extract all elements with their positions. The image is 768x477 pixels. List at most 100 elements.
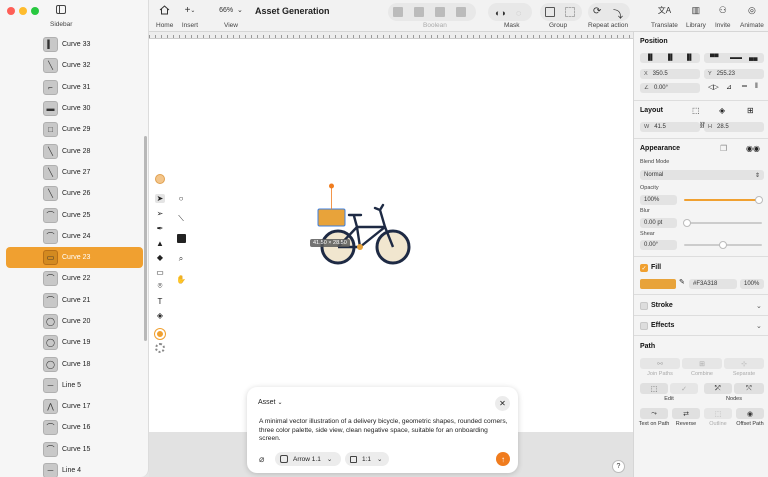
ungroup-icon[interactable]: [565, 7, 575, 17]
layer-item[interactable]: ▬ Curve 30: [6, 98, 143, 119]
align-middle-icon[interactable]: ▬▬: [730, 55, 742, 61]
translate-button[interactable]: 文A Translate: [651, 4, 678, 30]
y-field[interactable]: Y 255.23: [704, 69, 764, 79]
group-icon[interactable]: [545, 7, 555, 17]
nodes-remove-button[interactable]: ⤲: [734, 383, 764, 394]
frame-icon[interactable]: ⊞: [747, 106, 754, 115]
send-button[interactable]: ↑: [496, 452, 510, 466]
align-top-icon[interactable]: ▀▀: [710, 55, 719, 61]
intersect-icon[interactable]: [435, 7, 445, 17]
zoom-window-button[interactable]: [31, 7, 39, 15]
horizontal-ruler[interactable]: [149, 32, 633, 39]
close-prompt-button[interactable]: ✕: [495, 396, 510, 411]
union-icon[interactable]: [393, 7, 403, 17]
opacity-slider[interactable]: [684, 199, 762, 201]
blur-slider[interactable]: [684, 222, 762, 224]
flip-horizontal-icon[interactable]: ◁▷: [708, 83, 719, 91]
close-window-button[interactable]: [7, 7, 15, 15]
subtract-icon[interactable]: [414, 7, 424, 17]
edit-confirm-button[interactable]: ✓: [670, 383, 698, 394]
fill-opacity-field[interactable]: 100%: [740, 279, 764, 289]
redo-icon[interactable]: ⤵: [613, 6, 623, 21]
blur-slider-knob[interactable]: [683, 219, 691, 227]
distribute-v-icon[interactable]: ‖: [755, 83, 758, 90]
duplicate-style-icon[interactable]: ❐: [720, 144, 727, 153]
select-tool-icon[interactable]: ➤: [154, 192, 166, 204]
line-tool-icon[interactable]: ⟍: [175, 213, 187, 225]
animate-button[interactable]: ◎ Animate: [740, 4, 764, 30]
layer-item[interactable]: ─ Line 5: [6, 375, 143, 396]
stroke-swatch-icon[interactable]: [154, 342, 166, 354]
unmask-icon[interactable]: ◌: [516, 8, 521, 18]
effects-checkbox[interactable]: [640, 322, 648, 330]
layer-item[interactable]: ─ Line 4: [6, 460, 143, 477]
opacity-field[interactable]: 100%: [640, 195, 677, 205]
layer-item[interactable]: ⌐ Curve 31: [6, 77, 143, 98]
stroke-checkbox[interactable]: [640, 302, 648, 310]
flip-vertical-icon[interactable]: ⊿: [726, 83, 732, 91]
text-on-path-button[interactable]: ⤳: [640, 408, 668, 419]
bicycle-illustration[interactable]: [305, 180, 417, 270]
style-chip[interactable]: Arrow 1.1 ⌄: [275, 452, 341, 466]
layer-item[interactable]: ◯ Curve 18: [6, 353, 143, 374]
fill-tool-icon[interactable]: ◆: [154, 251, 166, 263]
eyedropper-icon[interactable]: ✎: [679, 278, 685, 286]
layer-item[interactable]: ╲ Curve 26: [6, 183, 143, 204]
lasso-tool-icon[interactable]: ⌾: [154, 280, 166, 292]
align-center-icon[interactable]: ▐▌: [666, 55, 675, 61]
nodes-add-button[interactable]: ⤱: [704, 383, 732, 394]
direct-select-icon[interactable]: ➢: [154, 207, 166, 219]
fill-hex-field[interactable]: #F3A318: [689, 279, 737, 289]
attach-icon[interactable]: ⌀: [259, 454, 264, 465]
layer-item[interactable]: ⋀ Curve 17: [6, 396, 143, 417]
home-button[interactable]: Home: [156, 4, 173, 29]
minimize-window-button[interactable]: [19, 7, 27, 15]
reverse-button[interactable]: ⇄: [672, 408, 700, 419]
opacity-slider-knob[interactable]: [755, 196, 763, 204]
edit-button[interactable]: ⬚: [640, 383, 668, 394]
layer-item[interactable]: ⌒ Curve 21: [6, 290, 143, 311]
exclude-icon[interactable]: [456, 7, 466, 17]
fill-color-swatch[interactable]: [640, 279, 676, 289]
layer-item[interactable]: ╲ Curve 28: [6, 140, 143, 161]
align-horizontal-group[interactable]: ▐▌ ▐▌ ▐▌: [640, 53, 700, 63]
layer-item[interactable]: ╲ Curve 32: [6, 55, 143, 76]
layer-item[interactable]: ⌒ Curve 25: [6, 204, 143, 225]
prompt-text[interactable]: A minimal vector illustration of a deliv…: [259, 418, 511, 444]
zoom-control[interactable]: 66% ⌄ View: [216, 4, 246, 30]
layer-item[interactable]: ◯ Curve 20: [6, 311, 143, 332]
align-left-icon[interactable]: ▐▌: [646, 55, 655, 61]
layer-item[interactable]: ⌒ Curve 16: [6, 417, 143, 438]
align-right-icon[interactable]: ▐▌: [685, 55, 694, 61]
layer-item[interactable]: ◯ Curve 19: [6, 332, 143, 353]
layer-item[interactable]: ⌒ Curve 24: [6, 226, 143, 247]
pen-tool-icon[interactable]: ✒: [154, 222, 166, 234]
ratio-chip[interactable]: 1:1 ⌄: [345, 452, 389, 466]
layer-item[interactable]: ⌒ Curve 22: [6, 268, 143, 289]
image-tool-icon[interactable]: [175, 232, 187, 244]
blur-field[interactable]: 0.00 pt: [640, 218, 677, 228]
hand-tool-icon[interactable]: ✋: [175, 273, 187, 285]
color-picker-icon[interactable]: [154, 173, 166, 185]
x-field[interactable]: X 350.5: [640, 69, 700, 79]
align-bottom-icon[interactable]: ▄▄: [749, 55, 758, 61]
width-field[interactable]: W 41.5: [640, 122, 700, 132]
layer-item[interactable]: ╲ Curve 27: [6, 162, 143, 183]
layers-icon[interactable]: ◈: [719, 106, 725, 115]
align-vertical-group[interactable]: ▀▀ ▬▬ ▄▄: [704, 53, 764, 63]
layer-item[interactable]: ⌒ Curve 15: [6, 439, 143, 460]
height-field[interactable]: H 28.5: [704, 122, 764, 132]
repeat-icon[interactable]: ⟳: [593, 6, 601, 17]
layer-item[interactable]: ▭ Curve 23: [6, 246, 143, 269]
mask-icon[interactable]: ◐◑: [495, 8, 506, 18]
sidebar-toggle-icon[interactable]: [56, 5, 66, 14]
invite-button[interactable]: ⚇ Invite: [715, 4, 731, 30]
separate-button[interactable]: ⊹: [724, 358, 764, 369]
resize-icon[interactable]: ⬚: [692, 106, 700, 115]
shear-field[interactable]: 0.00°: [640, 240, 677, 250]
library-button[interactable]: ▥ Library: [686, 4, 706, 30]
offset-path-button[interactable]: ◉: [736, 408, 764, 419]
node-tool-icon[interactable]: ▲: [154, 237, 166, 249]
rotation-field[interactable]: ∠ 0.00°: [640, 83, 700, 93]
shear-slider-knob[interactable]: [719, 241, 727, 249]
